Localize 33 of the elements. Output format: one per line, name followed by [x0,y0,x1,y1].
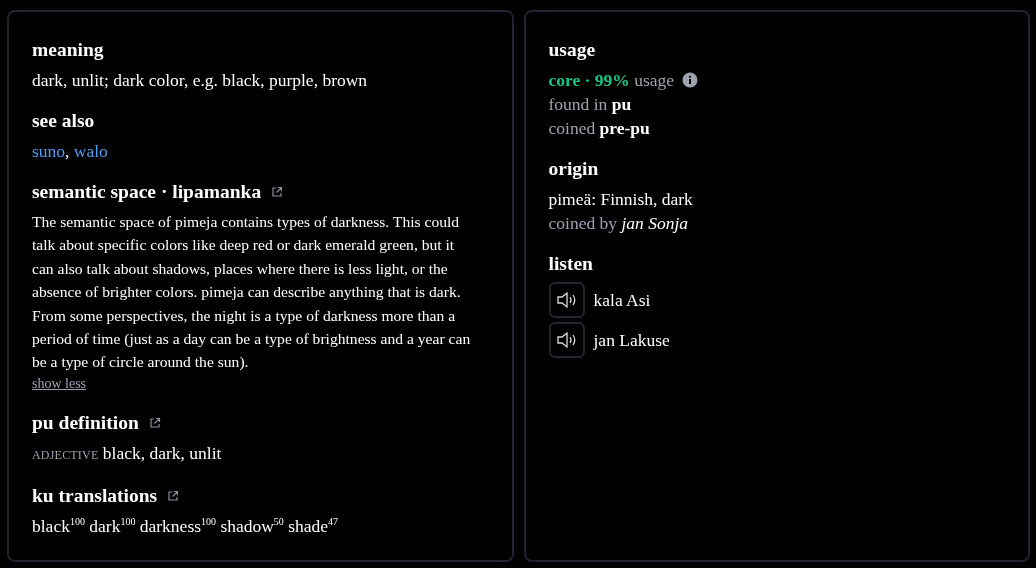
play-audio-button[interactable] [548,282,585,318]
usage-tier-text: core · 99% [548,70,630,90]
section-heading: origin [548,157,599,181]
external-link-icon[interactable] [148,416,161,429]
word-link[interactable]: suno [32,141,66,161]
definition-text: black, dark, unlit [102,442,222,463]
coined-by-text: coined by jan Sonja [548,212,689,235]
section-heading: listen [548,252,593,276]
section-heading: pu definition [32,410,139,435]
play-audio-button[interactable] [548,322,585,358]
section-heading: meaning [32,38,104,62]
show-less-link[interactable]: show less [32,373,87,394]
description-paragraph: The semantic space of pimeja contains types of darkness. This could talk about specific colors like deep red or dark emerald green, but it can also talk about shadows, places where there is less light, or the absence of brighter colors. pimeja can describe anything that is dark. From some perspectives, the night is a type of darkness more than a period of time (just as a day can be a type of brightness and a year can be a type of circle around the sun). [32,212,472,373]
word-link[interactable]: walo [73,141,108,161]
section-heading: usage [548,38,596,62]
origin-text: pimeä: Finnish, dark [548,188,694,211]
speaker-name: kala Asi [593,289,651,312]
section-text: dark, unlit; dark color, e.g. black, purple, brown [32,69,369,92]
external-link-icon[interactable] [167,489,180,502]
part-of-speech: ADJECTIVE [32,447,99,462]
usage-detail: found in pu [548,93,633,116]
section-heading: ku translations [32,483,158,508]
info-icon[interactable] [682,72,699,88]
external-link-icon[interactable] [271,186,284,198]
section-heading: semantic space · lipamanka [32,180,262,204]
section-heading: see also [32,109,95,133]
separator: , [65,141,70,161]
section-text: black$^{100}$ dark$^{100}$ darkness$^{100}$ shadow$^{50}$ shade$^{47}$ [32,514,340,538]
speaker-icon [555,290,578,310]
usage-label: usage [634,70,675,90]
speaker-name: jan Lakuse [593,329,670,352]
speaker-icon [555,330,578,350]
usage-detail: coined pre-pu [548,117,651,140]
